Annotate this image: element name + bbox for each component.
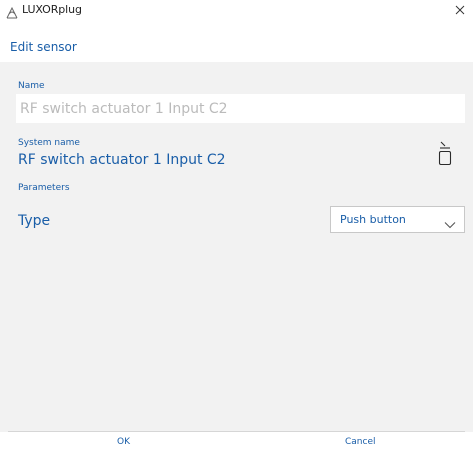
type-dropdown[interactable]: Push button: [330, 206, 465, 233]
title-bar: LUXORplug: [0, 0, 473, 22]
dialog-content: Name System name RF switch actuator 1 In…: [0, 62, 473, 432]
name-label: Name: [18, 81, 45, 91]
close-button[interactable]: [451, 1, 469, 19]
page-title: Edit sensor: [10, 40, 77, 54]
edit-sensor-dialog: LUXORplug Edit sensor Name System name R…: [0, 0, 473, 450]
parameters-label: Parameters: [18, 183, 70, 193]
dialog-footer: OK Cancel: [0, 432, 473, 450]
chevron-down-icon: [444, 215, 456, 229]
dialog-header: Edit sensor: [0, 21, 473, 62]
cancel-button[interactable]: Cancel: [345, 437, 376, 447]
push-button-sensor-icon: [437, 141, 453, 167]
type-dropdown-value: Push button: [340, 213, 406, 226]
ok-button[interactable]: OK: [117, 437, 130, 447]
luxorplug-logo-icon: [6, 4, 18, 19]
close-icon: [455, 5, 465, 15]
system-name-label: System name: [18, 138, 80, 148]
type-label: Type: [18, 213, 51, 229]
system-name-value: RF switch actuator 1 Input C2: [18, 152, 226, 168]
window-title: LUXORplug: [22, 3, 82, 16]
name-input[interactable]: [16, 94, 465, 123]
